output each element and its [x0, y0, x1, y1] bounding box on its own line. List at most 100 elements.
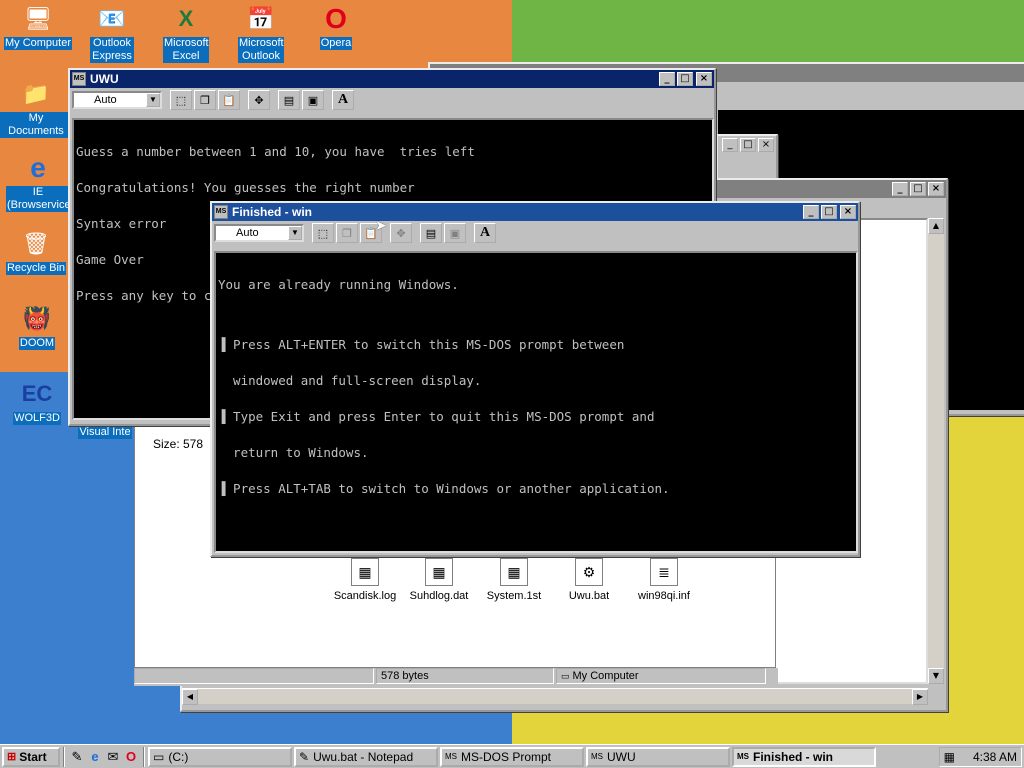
taskbar: ⊞ Start ✎ e ✉ O ▭ (C:) ✎ Uwu.bat - Notep… [0, 744, 1024, 768]
desktop-icon-opera[interactable]: O Opera [300, 3, 372, 50]
copy-icon[interactable]: ❐ [336, 223, 358, 243]
msdos-icon: MS [214, 205, 228, 219]
opera-icon[interactable]: O [122, 748, 140, 766]
desktop-icon-outlook-express[interactable]: 📧 Outlook Express [76, 3, 148, 63]
outlook-icon: 📅 [247, 6, 275, 31]
scroll-up-icon[interactable]: ▲ [928, 218, 944, 234]
drive-icon: ▭ [153, 749, 165, 764]
properties-icon[interactable]: ▤ [420, 223, 442, 243]
desktop-icon-wolf3d[interactable]: EC WOLF3D [1, 378, 73, 425]
task-notepad[interactable]: ✎ Uwu.bat - Notepad [294, 746, 438, 767]
minimize-icon[interactable]: _ [803, 205, 819, 219]
copy-icon[interactable]: ❐ [194, 90, 216, 110]
desktop-icon-visual[interactable]: Visual Inte [70, 426, 140, 439]
log-file-icon: ▦ [351, 558, 379, 586]
wolf3d-icon: EC [21, 381, 53, 406]
scroll-left-icon[interactable]: ◀ [182, 689, 198, 705]
msdos-icon: MS [72, 72, 86, 86]
file-scandisk-log[interactable]: ▦ Scandisk.log [328, 558, 402, 602]
finished-window[interactable]: MS Finished - win _ □ × Auto ▼ ⬚ ❐ 📋 ✥ ▤… [210, 201, 860, 557]
windows-logo-icon: ⊞ [7, 751, 17, 763]
taskbar-divider [143, 746, 145, 767]
font-icon[interactable]: A [474, 223, 496, 243]
close-icon[interactable]: × [840, 205, 856, 219]
minimize-icon[interactable]: _ [722, 138, 738, 152]
properties-icon[interactable]: ▤ [278, 90, 300, 110]
task-drive-c[interactable]: ▭ (C:) [148, 746, 292, 767]
close-icon[interactable]: × [928, 182, 944, 196]
desktop-icon-my-computer[interactable]: 🖥 My Computer [2, 3, 74, 50]
computer-icon: ▭ [561, 671, 570, 681]
mark-icon[interactable]: ⬚ [170, 90, 192, 110]
desktop: 🖥 My Computer 📧 Outlook Express X Micros… [0, 0, 1024, 744]
minimize-icon[interactable]: _ [659, 72, 675, 86]
finished-toolbar: Auto ▼ ⬚ ❐ 📋 ✥ ▤ ▣ A [212, 221, 858, 245]
maximize-icon[interactable]: □ [740, 138, 756, 152]
finished-console[interactable]: You are already running Windows. ▐ Press… [214, 251, 858, 553]
doom-icon: 👹 [23, 306, 51, 331]
desktop-icon-excel[interactable]: X Microsoft Excel [150, 3, 222, 63]
paste-icon[interactable]: 📋 [218, 90, 240, 110]
uwu-titlebar[interactable]: MS UWU _ □ × [70, 70, 714, 88]
show-desktop-icon[interactable]: ✎ [68, 748, 86, 766]
task-msdos-prompt[interactable]: MS MS-DOS Prompt [440, 746, 584, 767]
uwu-title: UWU [90, 72, 119, 86]
system-file-icon: ▦ [500, 558, 528, 586]
ie-icon[interactable]: e [86, 748, 104, 766]
file-suhdlog-dat[interactable]: ▦ Suhdlog.dat [402, 558, 476, 602]
dat-file-icon: ▦ [425, 558, 453, 586]
maximize-icon[interactable]: □ [821, 205, 837, 219]
scheduler-icon[interactable]: ▦ [944, 750, 955, 764]
folder-icon: 📁 [22, 81, 50, 106]
maximize-icon[interactable]: □ [677, 72, 693, 86]
status-location: ▭ My Computer [556, 668, 766, 684]
outlook-express-icon[interactable]: ✉ [104, 748, 122, 766]
status-blank [134, 668, 374, 684]
maximize-icon[interactable]: □ [910, 182, 926, 196]
font-size-select[interactable]: Auto ▼ [214, 224, 304, 242]
background-icon[interactable]: ▣ [302, 90, 324, 110]
background-icon[interactable]: ▣ [444, 223, 466, 243]
mark-icon[interactable]: ⬚ [312, 223, 334, 243]
minimize-icon[interactable]: _ [892, 182, 908, 196]
font-size-select[interactable]: Auto ▼ [72, 91, 162, 109]
explorer-hscroll[interactable]: ◀ ▶ [182, 688, 928, 705]
system-tray: ▦ 4:38 AM [938, 746, 1022, 767]
desktop-icon-doom[interactable]: 👹 DOOM [1, 303, 73, 350]
opera-icon: O [325, 3, 347, 34]
desktop-icon-recycle-bin[interactable]: 🗑 Recycle Bin [0, 228, 72, 275]
task-uwu[interactable]: MS UWU [586, 746, 730, 767]
start-button[interactable]: ⊞ Start [2, 746, 60, 767]
finished-title: Finished - win [232, 205, 312, 219]
cursor-icon: ➤ [375, 218, 387, 234]
desktop-icon-ie[interactable]: e IE (Browservice) [2, 152, 74, 212]
scroll-right-icon[interactable]: ▶ [912, 689, 928, 705]
scroll-down-icon[interactable]: ▼ [928, 668, 944, 684]
uwu-toolbar: Auto ▼ ⬚ ❐ 📋 ✥ ▤ ▣ A [70, 88, 714, 112]
finished-titlebar[interactable]: MS Finished - win _ □ × [212, 203, 858, 221]
file-win98qi-inf[interactable]: ≣ win98qi.inf [627, 558, 701, 602]
msdos-icon: MS [591, 752, 603, 761]
chevron-down-icon[interactable]: ▼ [146, 93, 160, 107]
file-uwu-bat[interactable]: ⚙ Uwu.bat [552, 558, 626, 602]
msdos-icon: MS [737, 752, 749, 761]
chevron-down-icon[interactable]: ▼ [288, 226, 302, 240]
close-icon[interactable]: × [758, 138, 774, 152]
taskbar-divider [63, 746, 65, 767]
fullscreen-icon[interactable]: ✥ [248, 90, 270, 110]
notepad-icon: ✎ [299, 749, 310, 764]
folder-size-label: Size: 578 [153, 437, 204, 451]
close-icon[interactable]: × [696, 72, 712, 86]
recycle-bin-icon: 🗑 [22, 231, 50, 256]
status-size: 578 bytes [376, 668, 554, 684]
task-finished-win[interactable]: MS Finished - win [732, 746, 876, 767]
clock[interactable]: 4:38 AM [973, 750, 1017, 764]
fullscreen-icon[interactable]: ✥ [390, 223, 412, 243]
explorer-vscroll[interactable]: ▲ ▼ [928, 218, 944, 684]
file-system-1st[interactable]: ▦ System.1st [477, 558, 551, 602]
desktop-icon-outlook[interactable]: 📅 Microsoft Outlook [225, 3, 297, 63]
font-icon[interactable]: A [332, 90, 354, 110]
desktop-icon-my-documents[interactable]: 📁 My Documents [0, 78, 72, 138]
computer-icon: 🖥 [24, 6, 52, 31]
outlook-express-icon: 📧 [98, 6, 126, 31]
